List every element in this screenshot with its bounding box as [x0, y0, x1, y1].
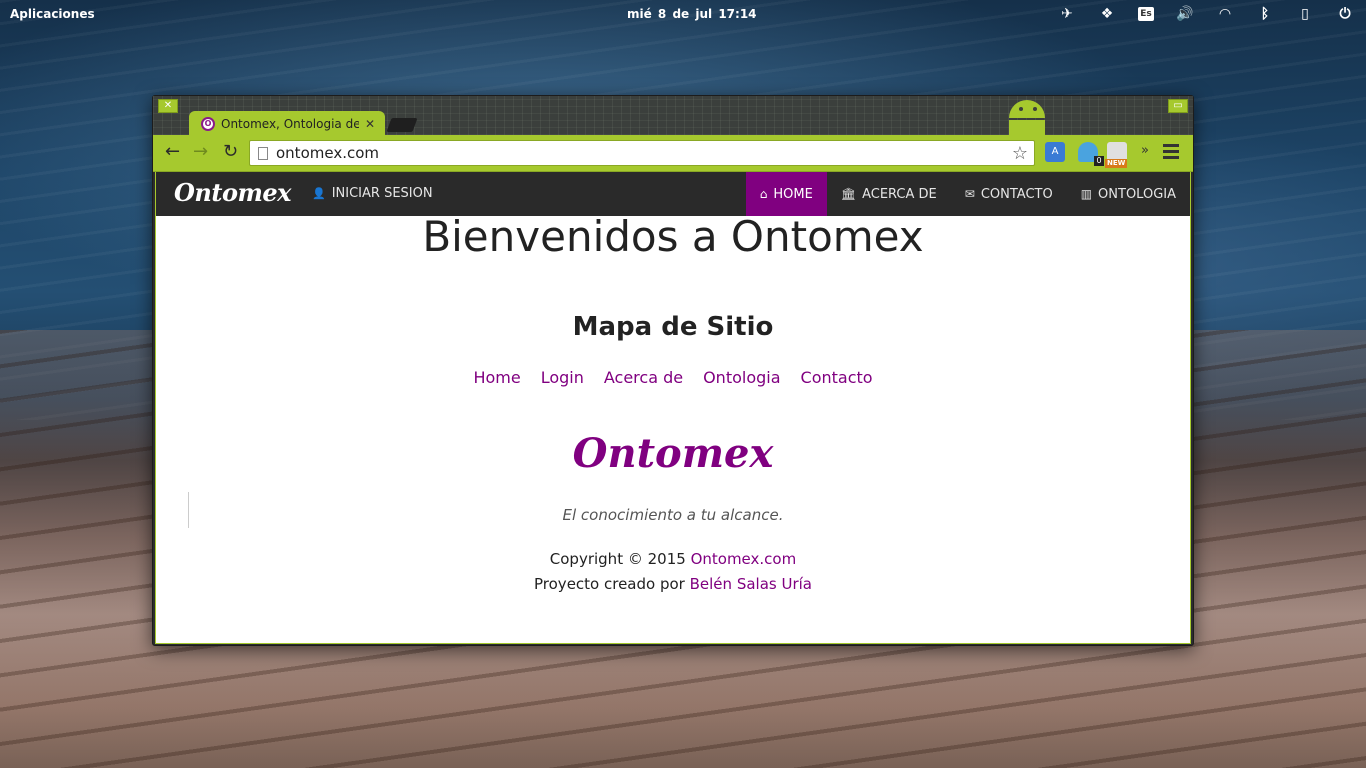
system-tray: ✈ ❖ Es 🔊 ◠ ᛒ ▯ ⏻	[1058, 5, 1354, 23]
sitemap-heading: Mapa de Sitio	[572, 312, 774, 342]
extension-badge-count: 0	[1094, 156, 1104, 166]
keyboard-layout-indicator[interactable]: Es	[1138, 7, 1154, 21]
books-icon: ▥	[1080, 187, 1093, 201]
nav-menu: ⌂ HOME 🏛 ACERCA DE ✉ CONTACTO ▥ ONTOLOGIA	[745, 172, 1190, 216]
copyright-line: Copyright © 2015 Ontomex.com	[156, 547, 1190, 572]
extensions-overflow-icon[interactable]: »	[1141, 143, 1149, 158]
browser-titlebar[interactable]: ✕ O Ontomex, Ontologia de C ✕ ▭	[153, 96, 1193, 138]
sitemap-links: Home Login Acerca de Ontologia Contacto	[156, 368, 1190, 387]
page-title: Bienvenidos a Ontomex	[422, 212, 924, 261]
copyright-text: Copyright © 2015	[549, 550, 686, 568]
project-credit-text: Proyecto creado por	[534, 575, 685, 593]
address-bar-url[interactable]: ontomex.com	[276, 144, 379, 162]
sitemap-link-about[interactable]: Acerca de	[604, 368, 683, 387]
nav-ontology-label: ONTOLOGIA	[1098, 186, 1176, 202]
site-navbar: Ontomex 👤 INICIAR SESION ⌂ HOME 🏛 ACERCA DE…	[156, 172, 1190, 216]
translate-extension-icon[interactable]: A	[1045, 142, 1065, 162]
dropbox-icon[interactable]: ❖	[1098, 5, 1116, 23]
page-icon	[258, 146, 268, 160]
browser-menu-icon[interactable]	[1163, 144, 1179, 162]
mouse-icon[interactable]: ▯	[1296, 5, 1314, 23]
nav-ontology-link[interactable]: ▥ ONTOLOGIA	[1067, 172, 1190, 216]
footer-logo: Ontomex	[572, 430, 774, 477]
window-maximize-button[interactable]: ▭	[1168, 99, 1188, 113]
extension-new-badge: NEW	[1105, 159, 1128, 168]
nav-about-label: ACERCA DE	[862, 186, 937, 202]
site-brand-logo[interactable]: Ontomex	[174, 178, 291, 207]
tab-close-icon[interactable]: ✕	[365, 117, 375, 131]
browser-tab[interactable]: O Ontomex, Ontologia de C ✕	[189, 111, 385, 136]
back-icon[interactable]: ←	[165, 143, 180, 161]
nav-home-link[interactable]: ⌂ HOME	[745, 172, 827, 216]
tagline: El conocimiento a tu alcance.	[562, 506, 784, 524]
ghostery-extension-icon[interactable]: 0	[1078, 142, 1104, 166]
copyright-link[interactable]: Ontomex.com	[691, 550, 797, 568]
power-icon[interactable]: ⏻	[1336, 5, 1354, 23]
project-author-link[interactable]: Belén Salas Uría	[690, 575, 812, 593]
nav-contact-link[interactable]: ✉ CONTACTO	[951, 172, 1067, 216]
sitemap-link-login[interactable]: Login	[541, 368, 584, 387]
sitemap-link-ontology[interactable]: Ontologia	[703, 368, 780, 387]
copyright: Copyright © 2015 Ontomex.com Proyecto cr…	[156, 547, 1190, 597]
address-bar[interactable]: ontomex.com ☆	[249, 140, 1035, 166]
nav-login-link[interactable]: 👤 INICIAR SESION	[312, 186, 433, 201]
top-panel: Aplicaciones mié 8 de jul 17:14 ✈ ❖ Es 🔊…	[0, 0, 1366, 28]
project-credit-line: Proyecto creado por Belén Salas Uría	[156, 572, 1190, 597]
bluetooth-icon[interactable]: ᛒ	[1256, 5, 1274, 23]
new-tab-button[interactable]	[386, 118, 418, 132]
sitemap-link-home[interactable]: Home	[473, 368, 520, 387]
volume-icon[interactable]: 🔊	[1176, 5, 1194, 23]
favicon-icon: O	[201, 116, 215, 131]
tab-title: Ontomex, Ontologia de C	[221, 116, 359, 131]
applications-menu[interactable]: Aplicaciones	[10, 7, 95, 21]
browser-toolbar: ← → ↻ ontomex.com ☆ A 0 NEW »	[153, 135, 1193, 172]
nav-login-label: INICIAR SESION	[331, 186, 433, 201]
nav-about-link[interactable]: 🏛 ACERCA DE	[827, 172, 951, 216]
android-theme-icon	[1001, 98, 1053, 138]
forward-icon[interactable]: →	[193, 143, 208, 161]
window-extension-icon[interactable]: NEW	[1105, 142, 1128, 168]
bookmark-star-icon[interactable]: ☆	[1012, 143, 1028, 164]
crane-icon[interactable]: ✈	[1058, 5, 1076, 23]
clock[interactable]: mié 8 de jul 17:14	[627, 7, 757, 21]
reload-icon[interactable]: ↻	[223, 143, 238, 161]
user-icon: 👤	[312, 187, 326, 200]
nav-home-label: HOME	[773, 186, 813, 202]
nav-contact-label: CONTACTO	[980, 186, 1053, 202]
envelope-icon: ✉	[964, 187, 975, 201]
web-page: Ontomex 👤 INICIAR SESION ⌂ HOME 🏛 ACERCA DE…	[155, 172, 1191, 644]
home-icon: ⌂	[759, 187, 768, 201]
bank-icon: 🏛	[840, 187, 857, 201]
sitemap-link-contact[interactable]: Contacto	[801, 368, 873, 387]
window-close-button[interactable]: ✕	[158, 99, 178, 113]
browser-window: ✕ O Ontomex, Ontologia de C ✕ ▭ ← → ↻ on…	[152, 95, 1194, 646]
wifi-icon[interactable]: ◠	[1216, 5, 1234, 23]
